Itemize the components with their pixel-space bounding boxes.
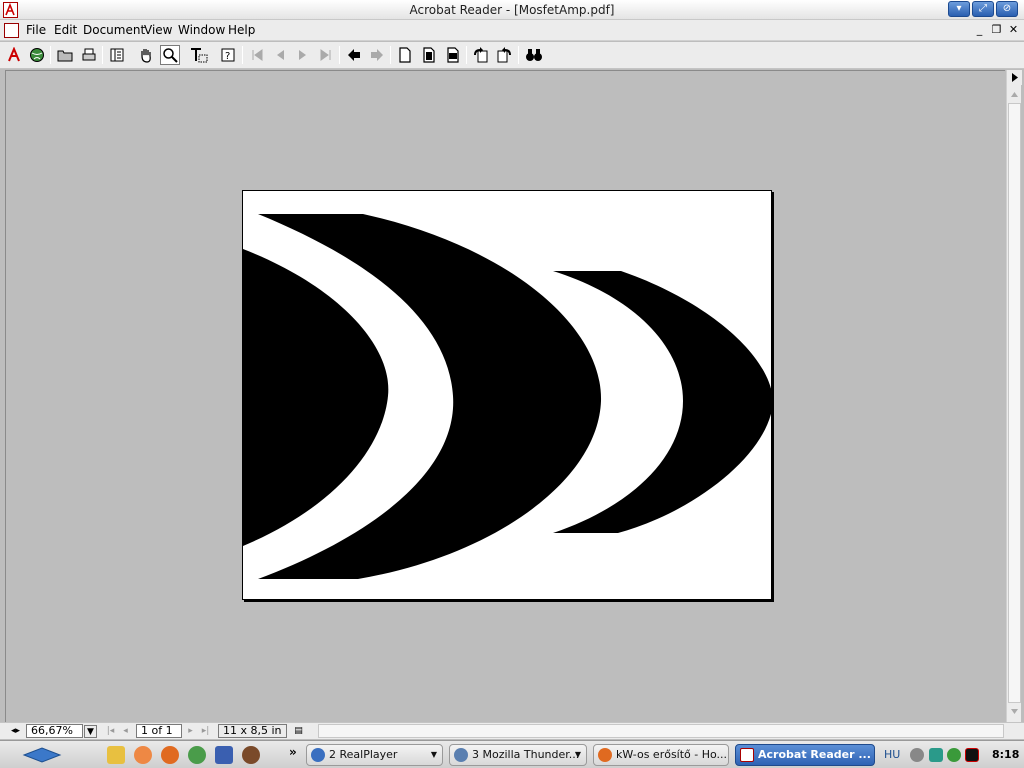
toolbar-separator — [242, 46, 243, 64]
chevron-down-icon: ▼ — [574, 750, 581, 759]
text-select-icon[interactable] — [189, 45, 209, 65]
menu-view[interactable]: View — [144, 23, 172, 37]
task-label: 2 RealPlayer — [329, 748, 398, 761]
minimize-icon[interactable]: ▾ — [948, 1, 970, 17]
print-icon[interactable] — [79, 45, 99, 65]
scroll-down-icon[interactable] — [1007, 704, 1022, 719]
help-icon[interactable]: ? — [218, 45, 238, 65]
status-first-page-icon[interactable]: |◂ — [104, 725, 117, 738]
menu-help[interactable]: Help — [228, 23, 255, 37]
vertical-scrollbar[interactable] — [1006, 70, 1022, 722]
status-previous-page-icon[interactable]: ◂ — [119, 725, 132, 738]
toolbar-separator — [339, 46, 340, 64]
split-view-icon[interactable]: ◂▸ — [9, 725, 22, 738]
doc-close-icon[interactable]: ✕ — [1006, 23, 1021, 37]
fit-page-icon[interactable] — [419, 45, 439, 65]
menu-window[interactable]: Window — [178, 23, 225, 37]
chevron-down-icon: ▼ — [430, 750, 437, 759]
show-hide-navigation-icon[interactable] — [107, 45, 127, 65]
task-label: 3 Mozilla Thunder... — [472, 748, 580, 761]
window-title: Acrobat Reader - [MosfetAmp.pdf] — [409, 3, 615, 17]
pdf-page-artwork — [243, 214, 771, 579]
acrobat-logo-icon[interactable] — [4, 45, 24, 65]
tray-volume-icon[interactable] — [910, 748, 924, 762]
task-label: kW-os erősítő - Ho... — [616, 748, 728, 761]
menu-bar: File Edit Document View Window Help _ ❐ … — [0, 20, 1024, 41]
zoom-tool-icon[interactable] — [160, 45, 180, 65]
task-acrobat[interactable]: Acrobat Reader ... — [735, 744, 875, 766]
rotate-right-icon[interactable] — [494, 45, 514, 65]
quicklaunch-media-icon[interactable] — [134, 746, 152, 764]
quicklaunch-firefox-icon[interactable] — [161, 746, 179, 764]
toolbar-separator — [518, 46, 519, 64]
tray-messenger-icon[interactable] — [947, 748, 961, 762]
doc-minimize-icon[interactable]: _ — [972, 23, 987, 37]
rotate-left-icon[interactable] — [471, 45, 491, 65]
firefox-icon — [598, 748, 612, 762]
page-size-label: 11 x 8,5 in — [218, 724, 287, 738]
maximize-icon[interactable]: ⤢ — [972, 1, 994, 17]
horizontal-scrollbar[interactable] — [318, 724, 1004, 738]
acrobat-task-icon — [740, 748, 754, 762]
start-menu-icon[interactable] — [20, 746, 64, 764]
scroll-up-icon[interactable] — [1007, 87, 1022, 102]
zoom-dropdown-icon[interactable]: ▼ — [84, 725, 97, 738]
pdf-page[interactable] — [242, 190, 772, 600]
task-firefox[interactable]: kW-os erősítő - Ho... — [593, 744, 729, 766]
document-menu-icon[interactable] — [4, 23, 19, 38]
fit-width-icon[interactable] — [443, 45, 463, 65]
previous-page-icon[interactable] — [270, 45, 290, 65]
go-back-icon[interactable] — [344, 45, 364, 65]
menu-edit[interactable]: Edit — [54, 23, 77, 37]
menu-document[interactable]: Document — [83, 23, 145, 37]
toolbar-separator — [466, 46, 467, 64]
find-icon[interactable] — [524, 45, 544, 65]
tray-app-icon[interactable] — [965, 748, 979, 762]
toolbar: ? — [0, 42, 1024, 69]
toolbar-separator — [102, 46, 103, 64]
language-indicator[interactable]: HU — [884, 746, 900, 764]
quicklaunch-app-icon[interactable] — [242, 746, 260, 764]
quicklaunch-notes-icon[interactable] — [107, 746, 125, 764]
menu-file[interactable]: File — [26, 23, 46, 37]
last-page-icon[interactable] — [316, 45, 336, 65]
clock: 8:18 — [992, 748, 1020, 761]
status-bar: ◂▸ 66,67% ▼ |◂ ◂ 1 of 1 ▸ ▸| 11 x 8,5 in… — [0, 722, 1024, 739]
close-icon[interactable]: ⊘ — [996, 1, 1018, 17]
quicklaunch-save-icon[interactable] — [215, 746, 233, 764]
open-folder-icon[interactable] — [55, 45, 75, 65]
svg-text:?: ? — [225, 51, 230, 62]
go-forward-icon[interactable] — [367, 45, 387, 65]
toolbar-separator — [390, 46, 391, 64]
actual-size-icon[interactable] — [395, 45, 415, 65]
thunderbird-icon — [454, 748, 468, 762]
first-page-icon[interactable] — [247, 45, 267, 65]
toolbar-separator — [50, 46, 51, 64]
task-thunderbird[interactable]: 3 Mozilla Thunder... ▼ — [449, 744, 587, 766]
title-bar: Acrobat Reader - [MosfetAmp.pdf] ▾ ⤢ ⊘ — [0, 0, 1024, 20]
realplayer-icon — [311, 748, 325, 762]
page-layout-icon[interactable]: ▤ — [292, 725, 305, 738]
next-page-icon[interactable] — [293, 45, 313, 65]
status-next-page-icon[interactable]: ▸ — [184, 725, 197, 738]
taskbar: » 2 RealPlayer ▼ 3 Mozilla Thunder... ▼ … — [0, 740, 1024, 768]
quicklaunch-messenger-icon[interactable] — [188, 746, 206, 764]
task-realplayer[interactable]: 2 RealPlayer ▼ — [306, 744, 443, 766]
zoom-field[interactable]: 66,67% — [26, 724, 83, 738]
task-label: Acrobat Reader ... — [758, 748, 871, 761]
doc-restore-icon[interactable]: ❐ — [989, 23, 1004, 37]
hand-tool-icon[interactable] — [136, 45, 156, 65]
navigation-pane-toggle-icon[interactable] — [1007, 70, 1022, 85]
tray-network-icon[interactable] — [929, 748, 943, 762]
globe-icon[interactable] — [27, 45, 47, 65]
scroll-thumb[interactable] — [1008, 103, 1021, 703]
status-last-page-icon[interactable]: ▸| — [199, 725, 212, 738]
quicklaunch-overflow-icon[interactable]: » — [289, 743, 297, 761]
page-number-field[interactable]: 1 of 1 — [136, 724, 182, 738]
